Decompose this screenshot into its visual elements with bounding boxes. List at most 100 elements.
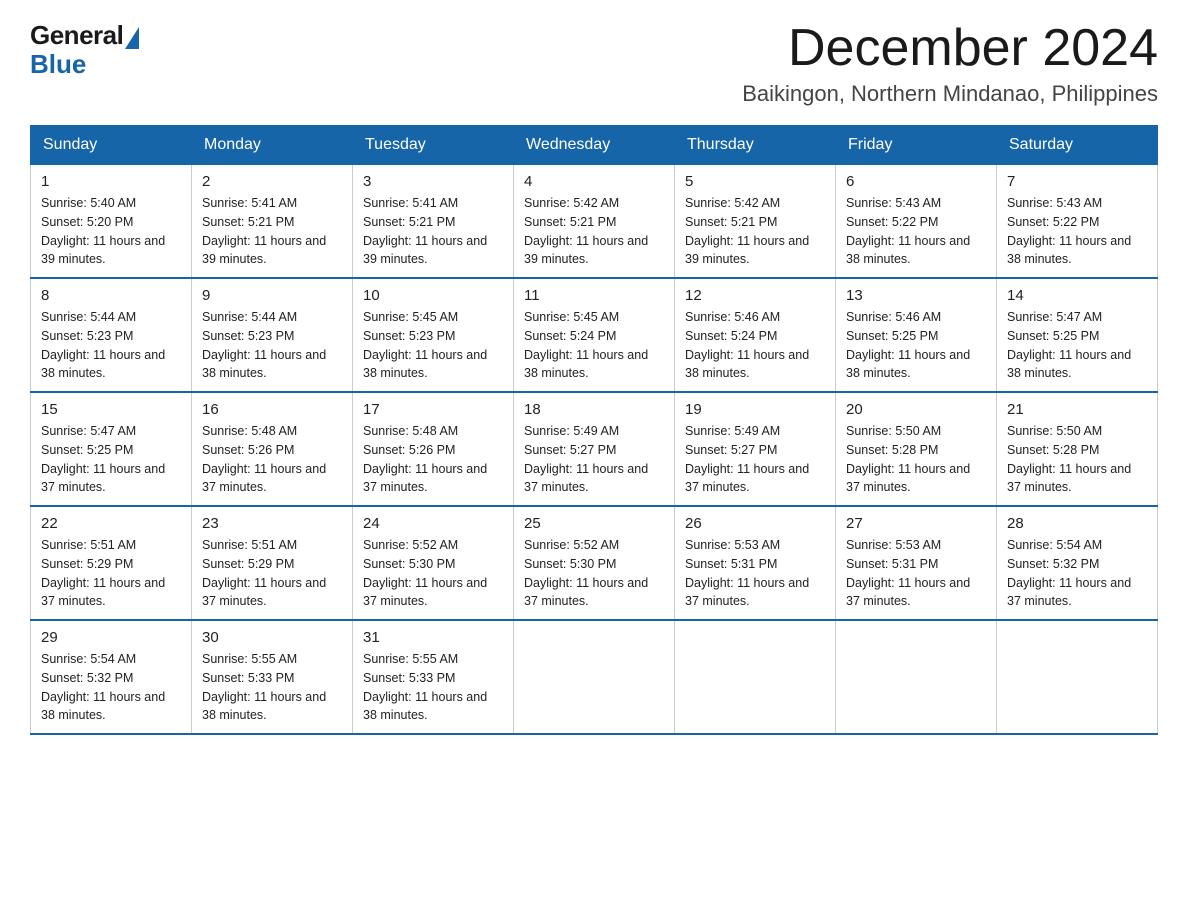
calendar-cell: 14 Sunrise: 5:47 AMSunset: 5:25 PMDayligh…: [997, 278, 1158, 392]
calendar-cell: 18 Sunrise: 5:49 AMSunset: 5:27 PMDayligh…: [514, 392, 675, 506]
day-info: Sunrise: 5:54 AMSunset: 5:32 PMDaylight:…: [41, 650, 181, 725]
day-info: Sunrise: 5:52 AMSunset: 5:30 PMDaylight:…: [524, 536, 664, 611]
calendar-cell: 25 Sunrise: 5:52 AMSunset: 5:30 PMDayligh…: [514, 506, 675, 620]
day-info: Sunrise: 5:53 AMSunset: 5:31 PMDaylight:…: [846, 536, 986, 611]
calendar-cell: 6Sunrise: 5:43 AMSunset: 5:22 PMDaylight…: [836, 165, 997, 279]
week-row-3: 15 Sunrise: 5:47 AMSunset: 5:25 PMDayligh…: [31, 392, 1158, 506]
day-number: 9: [202, 287, 342, 304]
day-number: 3: [363, 173, 503, 190]
day-info: Sunrise: 5:47 AMSunset: 5:25 PMDaylight:…: [41, 422, 181, 497]
day-info: Sunrise: 5:41 AMSunset: 5:21 PMDaylight:…: [363, 194, 503, 269]
day-number: 27: [846, 515, 986, 532]
week-row-4: 22 Sunrise: 5:51 AMSunset: 5:29 PMDayligh…: [31, 506, 1158, 620]
day-number: 12: [685, 287, 825, 304]
day-info: Sunrise: 5:49 AMSunset: 5:27 PMDaylight:…: [524, 422, 664, 497]
calendar-cell: 8 Sunrise: 5:44 AMSunset: 5:23 PMDaylight…: [31, 278, 192, 392]
day-number: 10: [363, 287, 503, 304]
calendar-cell: [514, 620, 675, 734]
calendar-cell: 19 Sunrise: 5:49 AMSunset: 5:27 PMDayligh…: [675, 392, 836, 506]
calendar-cell: 9 Sunrise: 5:44 AMSunset: 5:23 PMDaylight…: [192, 278, 353, 392]
calendar-cell: 4 Sunrise: 5:42 AMSunset: 5:21 PMDaylight…: [514, 165, 675, 279]
day-info: Sunrise: 5:47 AMSunset: 5:25 PMDaylight:…: [1007, 308, 1147, 383]
day-number: 11: [524, 287, 664, 304]
week-row-1: 1 Sunrise: 5:40 AMSunset: 5:20 PMDaylight…: [31, 165, 1158, 279]
calendar-header-wednesday: Wednesday: [514, 126, 675, 165]
calendar-cell: 22Sunrise: 5:51 AMSunset: 5:29 PMDayligh…: [31, 506, 192, 620]
day-number: 24: [363, 515, 503, 532]
calendar-table: SundayMondayTuesdayWednesdayThursdayFrid…: [30, 125, 1158, 735]
day-number: 4: [524, 173, 664, 190]
calendar-cell: 27 Sunrise: 5:53 AMSunset: 5:31 PMDayligh…: [836, 506, 997, 620]
day-number: 6: [846, 173, 986, 190]
calendar-header-row: SundayMondayTuesdayWednesdayThursdayFrid…: [31, 126, 1158, 165]
day-info: Sunrise: 5:46 AMSunset: 5:25 PMDaylight:…: [846, 308, 986, 383]
day-info: Sunrise: 5:48 AMSunset: 5:26 PMDaylight:…: [202, 422, 342, 497]
day-info: Sunrise: 5:41 AMSunset: 5:21 PMDaylight:…: [202, 194, 342, 269]
day-number: 20: [846, 401, 986, 418]
day-info: Sunrise: 5:44 AMSunset: 5:23 PMDaylight:…: [41, 308, 181, 383]
calendar-header-saturday: Saturday: [997, 126, 1158, 165]
calendar-cell: 24Sunrise: 5:52 AMSunset: 5:30 PMDayligh…: [353, 506, 514, 620]
day-number: 30: [202, 629, 342, 646]
calendar-cell: 15 Sunrise: 5:47 AMSunset: 5:25 PMDayligh…: [31, 392, 192, 506]
day-info: Sunrise: 5:49 AMSunset: 5:27 PMDaylight:…: [685, 422, 825, 497]
day-number: 16: [202, 401, 342, 418]
calendar-cell: 31 Sunrise: 5:55 AMSunset: 5:33 PMDayligh…: [353, 620, 514, 734]
day-number: 13: [846, 287, 986, 304]
day-number: 15: [41, 401, 181, 418]
day-info: Sunrise: 5:42 AMSunset: 5:21 PMDaylight:…: [685, 194, 825, 269]
location-title: Baikingon, Northern Mindanao, Philippine…: [742, 81, 1158, 107]
calendar-cell: 16 Sunrise: 5:48 AMSunset: 5:26 PMDayligh…: [192, 392, 353, 506]
day-number: 19: [685, 401, 825, 418]
day-number: 17: [363, 401, 503, 418]
day-number: 21: [1007, 401, 1147, 418]
day-info: Sunrise: 5:45 AMSunset: 5:23 PMDaylight:…: [363, 308, 503, 383]
calendar-cell: 30 Sunrise: 5:55 AMSunset: 5:33 PMDayligh…: [192, 620, 353, 734]
day-number: 8: [41, 287, 181, 304]
page-header: General Blue December 2024 Baikingon, No…: [30, 20, 1158, 107]
calendar-cell: 10 Sunrise: 5:45 AMSunset: 5:23 PMDayligh…: [353, 278, 514, 392]
day-number: 29: [41, 629, 181, 646]
day-info: Sunrise: 5:40 AMSunset: 5:20 PMDaylight:…: [41, 194, 181, 269]
calendar-cell: 5 Sunrise: 5:42 AMSunset: 5:21 PMDaylight…: [675, 165, 836, 279]
day-number: 23: [202, 515, 342, 532]
week-row-5: 29 Sunrise: 5:54 AMSunset: 5:32 PMDayligh…: [31, 620, 1158, 734]
calendar-cell: 28 Sunrise: 5:54 AMSunset: 5:32 PMDayligh…: [997, 506, 1158, 620]
calendar-cell: 3 Sunrise: 5:41 AMSunset: 5:21 PMDaylight…: [353, 165, 514, 279]
calendar-header-friday: Friday: [836, 126, 997, 165]
day-number: 26: [685, 515, 825, 532]
day-info: Sunrise: 5:51 AMSunset: 5:29 PMDaylight:…: [202, 536, 342, 611]
day-info: Sunrise: 5:44 AMSunset: 5:23 PMDaylight:…: [202, 308, 342, 383]
calendar-cell: 17 Sunrise: 5:48 AMSunset: 5:26 PMDayligh…: [353, 392, 514, 506]
calendar-cell: [675, 620, 836, 734]
calendar-cell: 11Sunrise: 5:45 AMSunset: 5:24 PMDayligh…: [514, 278, 675, 392]
day-number: 22: [41, 515, 181, 532]
calendar-cell: [997, 620, 1158, 734]
day-number: 1: [41, 173, 181, 190]
calendar-header-monday: Monday: [192, 126, 353, 165]
day-info: Sunrise: 5:46 AMSunset: 5:24 PMDaylight:…: [685, 308, 825, 383]
day-info: Sunrise: 5:42 AMSunset: 5:21 PMDaylight:…: [524, 194, 664, 269]
day-number: 5: [685, 173, 825, 190]
calendar-cell: 29 Sunrise: 5:54 AMSunset: 5:32 PMDayligh…: [31, 620, 192, 734]
day-info: Sunrise: 5:48 AMSunset: 5:26 PMDaylight:…: [363, 422, 503, 497]
calendar-cell: 21 Sunrise: 5:50 AMSunset: 5:28 PMDayligh…: [997, 392, 1158, 506]
day-info: Sunrise: 5:50 AMSunset: 5:28 PMDaylight:…: [846, 422, 986, 497]
day-number: 28: [1007, 515, 1147, 532]
day-info: Sunrise: 5:55 AMSunset: 5:33 PMDaylight:…: [363, 650, 503, 725]
day-number: 18: [524, 401, 664, 418]
day-number: 14: [1007, 287, 1147, 304]
day-number: 25: [524, 515, 664, 532]
logo-blue-text: Blue: [30, 49, 86, 80]
day-info: Sunrise: 5:54 AMSunset: 5:32 PMDaylight:…: [1007, 536, 1147, 611]
day-info: Sunrise: 5:55 AMSunset: 5:33 PMDaylight:…: [202, 650, 342, 725]
calendar-cell: 13 Sunrise: 5:46 AMSunset: 5:25 PMDayligh…: [836, 278, 997, 392]
logo-general-text: General: [30, 20, 123, 51]
day-info: Sunrise: 5:50 AMSunset: 5:28 PMDaylight:…: [1007, 422, 1147, 497]
day-number: 2: [202, 173, 342, 190]
day-number: 31: [363, 629, 503, 646]
logo-triangle-icon: [125, 27, 139, 49]
day-info: Sunrise: 5:53 AMSunset: 5:31 PMDaylight:…: [685, 536, 825, 611]
calendar-cell: 1 Sunrise: 5:40 AMSunset: 5:20 PMDaylight…: [31, 165, 192, 279]
day-info: Sunrise: 5:43 AMSunset: 5:22 PMDaylight:…: [1007, 194, 1147, 269]
